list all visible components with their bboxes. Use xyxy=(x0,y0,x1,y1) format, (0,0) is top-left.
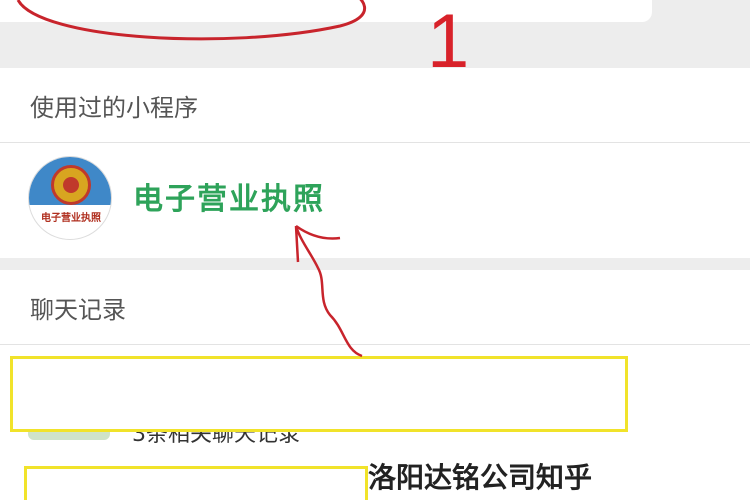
section-header-mini-programs: 使用过的小程序 xyxy=(30,94,198,122)
emblem-seal-center xyxy=(63,177,79,193)
logo-label: 电子营业执照 xyxy=(41,213,101,224)
redaction-box xyxy=(24,466,368,500)
annotation-number: 1 xyxy=(427,0,470,84)
chat-record-title[interactable]: 洛阳达铭公司知乎 xyxy=(368,456,592,500)
mini-program-item[interactable]: 电子营业执照 电子营业执照 xyxy=(0,144,750,244)
search-result-card[interactable] xyxy=(0,0,652,22)
divider xyxy=(0,344,750,345)
divider xyxy=(0,142,750,143)
used-mini-programs-section: 使用过的小程序 电子营业执照 电子营业执照 xyxy=(0,68,750,258)
emblem-seal xyxy=(51,165,91,205)
section-header-chat-records: 聊天记录 xyxy=(30,296,126,324)
national-emblem-icon: 电子营业执照 xyxy=(28,156,112,240)
search-area-background xyxy=(0,0,750,68)
mini-program-name[interactable]: 电子营业执照 xyxy=(133,174,325,218)
redaction-box xyxy=(10,356,628,432)
